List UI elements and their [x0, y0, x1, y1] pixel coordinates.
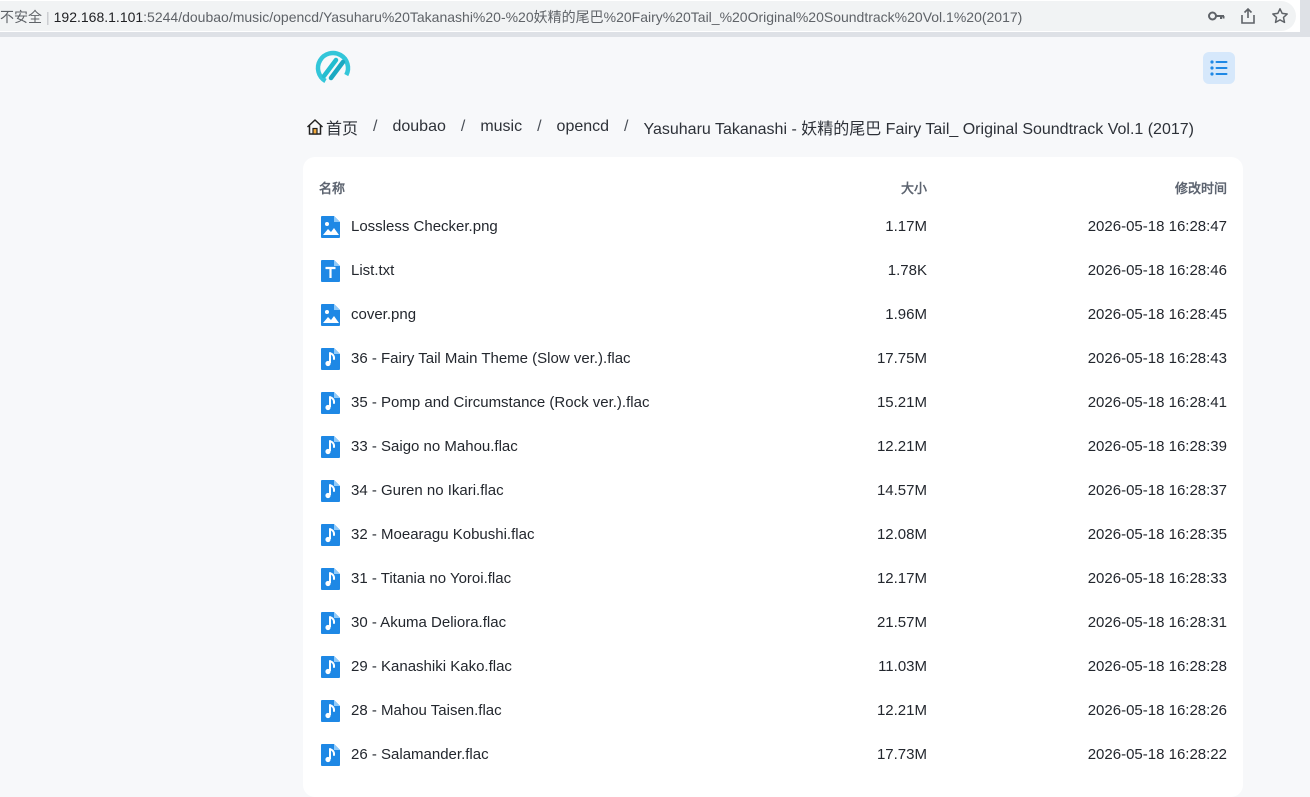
url-path: :5244/doubao/music/opencd/Yasuharu%20Tak… — [143, 9, 1023, 25]
file-modified: 2026-05-18 16:28:26 — [1087, 702, 1227, 719]
file-size: 1.17M — [885, 218, 927, 235]
file-row[interactable]: 35 - Pomp and Circumstance (Rock ver.).f… — [303, 381, 1243, 425]
toolbar-divider — [0, 32, 1310, 37]
audio-file-icon — [320, 611, 342, 635]
breadcrumb-separator: / — [373, 118, 378, 135]
file-modified: 2026-05-18 16:28:45 — [1087, 306, 1227, 323]
file-name[interactable]: 34 - Guren no Ikari.flac — [351, 482, 504, 499]
breadcrumb-item-opencd[interactable]: opencd — [557, 118, 610, 136]
file-modified: 2026-05-18 16:28:41 — [1087, 394, 1227, 411]
file-modified: 2026-05-18 16:28:39 — [1087, 438, 1227, 455]
list-view-button[interactable] — [1203, 52, 1235, 84]
breadcrumb-item-current[interactable]: Yasuharu Takanashi - 妖精的尾巴 Fairy Tail_ O… — [644, 115, 1194, 139]
file-row[interactable]: cover.png 1.96M 2026-05-18 16:28:45 — [303, 293, 1243, 337]
file-row[interactable]: 29 - Kanashiki Kako.flac 11.03M 2026-05-18… — [303, 645, 1243, 689]
file-row[interactable]: 31 - Titania no Yoroi.flac 12.17M 2026-05-… — [303, 557, 1243, 601]
key-icon[interactable] — [1206, 6, 1226, 26]
audio-file-icon — [320, 479, 342, 503]
file-name[interactable]: 31 - Titania no Yoroi.flac — [351, 570, 511, 587]
file-size: 12.08M — [876, 526, 927, 543]
file-modified: 2026-05-18 16:28:22 — [1087, 746, 1227, 763]
file-size: 17.73M — [876, 746, 927, 763]
file-row[interactable]: 28 - Mahou Taisen.flac 12.21M 2026-05-18 1… — [303, 689, 1243, 733]
image-file-icon — [320, 215, 342, 239]
file-name[interactable]: Lossless Checker.png — [351, 218, 498, 235]
audio-file-icon — [320, 567, 342, 591]
file-modified: 2026-05-18 16:28:35 — [1087, 526, 1227, 543]
file-modified: 2026-05-18 16:28:28 — [1087, 658, 1227, 675]
url-host: 192.168.1.101 — [53, 9, 144, 25]
file-modified: 2026-05-18 16:28:37 — [1087, 482, 1227, 499]
file-name[interactable]: List.txt — [351, 262, 394, 279]
breadcrumb-separator: / — [624, 118, 629, 135]
file-modified: 2026-05-18 16:28:43 — [1087, 350, 1227, 367]
file-size: 12.21M — [876, 438, 927, 455]
audio-file-icon — [320, 699, 342, 723]
breadcrumb-home-label: 首页 — [326, 121, 359, 138]
file-size: 17.75M — [876, 350, 927, 367]
file-name[interactable]: cover.png — [351, 306, 416, 323]
file-list-panel: 名称 大小 修改时间 Lossless Checker.png 1.17M 2026… — [303, 157, 1243, 797]
text-file-icon — [320, 259, 342, 283]
file-modified: 2026-05-18 16:28:33 — [1087, 570, 1227, 587]
audio-file-icon — [320, 655, 342, 679]
url-separator: | — [46, 9, 50, 25]
file-name[interactable]: 32 - Moearagu Kobushi.flac — [351, 526, 534, 543]
file-row[interactable]: Lossless Checker.png 1.17M 2026-05-18 16:2… — [303, 205, 1243, 249]
file-name[interactable]: 33 - Saigo no Mahou.flac — [351, 438, 518, 455]
breadcrumb-separator: / — [460, 118, 466, 135]
image-file-icon — [320, 303, 342, 327]
app-logo[interactable] — [314, 49, 352, 87]
file-modified: 2026-05-18 16:28:47 — [1087, 218, 1227, 235]
file-row[interactable]: 34 - Guren no Ikari.flac 14.57M 2026-05-18… — [303, 469, 1243, 513]
file-name[interactable]: 36 - Fairy Tail Main Theme (Slow ver.).f… — [351, 350, 631, 367]
star-icon[interactable] — [1270, 6, 1290, 26]
address-bar-actions — [1206, 6, 1290, 26]
window-edge — [1300, 0, 1310, 36]
file-row[interactable]: List.txt 1.78K 2026-05-18 16:28:46 — [303, 249, 1243, 293]
file-size: 12.17M — [876, 570, 927, 587]
file-name[interactable]: 30 - Akuma Deliora.flac — [351, 614, 506, 631]
file-size: 12.21M — [876, 702, 927, 719]
file-size: 1.78K — [887, 262, 927, 279]
breadcrumb-item-music[interactable]: music — [480, 118, 522, 136]
file-row[interactable]: 36 - Fairy Tail Main Theme (Slow ver.).f… — [303, 337, 1243, 381]
table-header: 名称 大小 修改时间 — [303, 157, 1243, 211]
list-icon — [1210, 60, 1228, 76]
audio-file-icon — [320, 347, 342, 371]
file-row[interactable]: 33 - Saigo no Mahou.flac 12.21M 2026-05-18… — [303, 425, 1243, 469]
share-icon[interactable] — [1238, 6, 1258, 26]
file-size: 11.03M — [878, 658, 927, 675]
file-size: 14.57M — [876, 482, 927, 499]
audio-file-icon — [320, 435, 342, 459]
url-text[interactable]: 不安全 | 192.168.1.101:5244/doubao/music/open… — [0, 7, 1022, 27]
column-header-size[interactable]: 大小 — [901, 178, 927, 197]
file-name[interactable]: 35 - Pomp and Circumstance (Rock ver.).f… — [351, 394, 649, 411]
file-name[interactable]: 29 - Kanashiki Kako.flac — [351, 658, 512, 675]
file-modified: 2026-05-18 16:28:46 — [1087, 262, 1227, 279]
file-modified: 2026-05-18 16:28:31 — [1087, 614, 1227, 631]
audio-file-icon — [320, 743, 342, 767]
file-size: 21.57M — [876, 614, 927, 631]
file-row[interactable]: 26 - Salamander.flac 17.73M 2026-05-18 16:… — [303, 733, 1243, 777]
file-row[interactable]: 32 - Moearagu Kobushi.flac 12.08M 2026-05-… — [303, 513, 1243, 557]
breadcrumb: 首页 / doubao / music / opencd / Yasuharu … — [306, 116, 1194, 138]
audio-file-icon — [320, 391, 342, 415]
file-row[interactable]: 30 - Akuma Deliora.flac 21.57M 2026-05-18 … — [303, 601, 1243, 645]
column-header-modified[interactable]: 修改时间 — [1175, 178, 1227, 197]
file-size: 1.96M — [885, 306, 927, 323]
home-icon — [306, 119, 324, 135]
security-label[interactable]: 不安全 — [0, 9, 42, 25]
file-size: 15.21M — [876, 394, 927, 411]
breadcrumb-home[interactable]: 首页 — [306, 115, 358, 139]
column-header-name[interactable]: 名称 — [319, 178, 345, 197]
audio-file-icon — [320, 523, 342, 547]
file-name[interactable]: 26 - Salamander.flac — [351, 746, 489, 763]
file-name[interactable]: 28 - Mahou Taisen.flac — [351, 702, 502, 719]
browser-address-bar: 不安全 | 192.168.1.101:5244/doubao/music/open… — [0, 0, 1310, 34]
breadcrumb-separator: / — [537, 118, 542, 135]
breadcrumb-item-doubao[interactable]: doubao — [392, 118, 445, 136]
